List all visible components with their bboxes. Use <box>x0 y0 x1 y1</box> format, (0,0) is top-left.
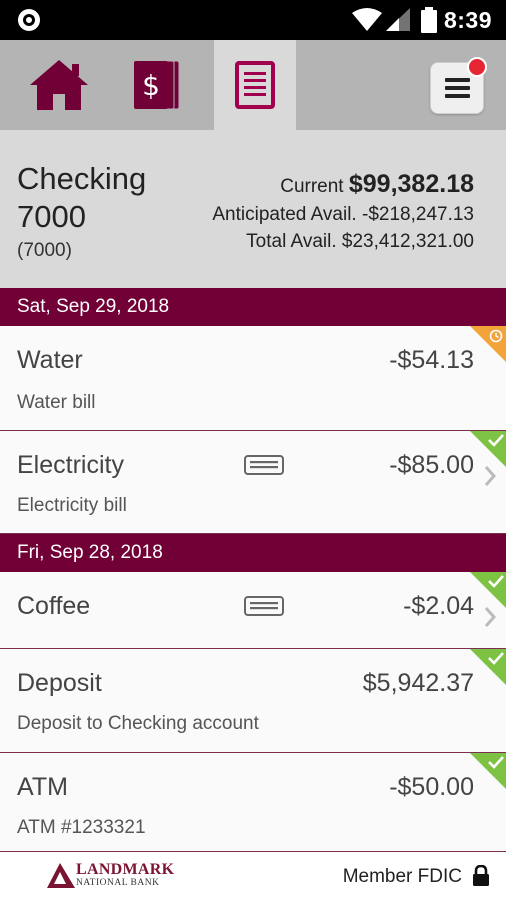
account-name: Checking 7000 <box>17 161 147 234</box>
notification-badge <box>467 57 487 77</box>
total-value: $23,412,321.00 <box>341 231 474 252</box>
wifi-icon <box>352 8 382 31</box>
date-header: Fri, Sep 28, 2018 <box>0 534 506 572</box>
tab-transactions[interactable] <box>214 40 296 130</box>
svg-text:$: $ <box>142 69 160 102</box>
anticipated-value: -$218,247.13 <box>362 204 474 225</box>
tab-home[interactable] <box>18 40 100 130</box>
logo-subtitle: NATIONAL BANK <box>76 878 160 888</box>
total-label: Total Avail. <box>246 231 337 252</box>
transactions-icon <box>235 61 275 109</box>
lock-icon <box>473 865 489 886</box>
cleared-check-icon <box>470 431 506 467</box>
anticipated-label: Anticipated Avail. <box>212 204 357 225</box>
transaction-amount: $5,942.37 <box>362 669 474 697</box>
anticipated-balance: Anticipated Avail. -$218,247.13 <box>212 204 474 226</box>
cleared-check-icon <box>470 753 506 789</box>
current-balance: Current $99,382.18 <box>280 170 474 199</box>
transaction-description: ATM #1233321 <box>17 817 146 838</box>
accounts-icon: $ <box>134 60 180 110</box>
transaction-description: Water bill <box>17 392 96 413</box>
hamburger-menu-icon <box>445 78 470 102</box>
transaction-description: Deposit to Checking account <box>17 713 259 734</box>
transaction-row[interactable]: Deposit $5,942.37 Deposit to Checking ac… <box>0 649 506 753</box>
transaction-title: Coffee <box>17 592 91 620</box>
current-label: Current <box>280 176 344 197</box>
menu-button[interactable] <box>430 57 487 114</box>
account-number: (7000) <box>17 240 72 261</box>
transaction-amount: -$85.00 <box>389 451 474 479</box>
transaction-row[interactable]: Water -$54.13 Water bill <box>0 326 506 431</box>
transaction-title: Electricity <box>17 451 124 479</box>
card-icon <box>244 455 284 475</box>
transaction-title: Water <box>17 346 83 374</box>
account-summary: Checking 7000 (7000) Current $99,382.18 … <box>0 130 506 288</box>
card-icon <box>244 596 284 616</box>
notification-icon <box>18 9 40 31</box>
tab-accounts[interactable]: $ <box>116 40 198 130</box>
battery-icon <box>421 7 437 33</box>
status-bar: 8:39 <box>0 0 506 40</box>
home-icon <box>30 60 88 110</box>
transaction-amount: -$50.00 <box>389 773 474 801</box>
member-fdic-text: Member FDIC <box>342 866 462 887</box>
status-time: 8:39 <box>443 7 492 33</box>
transaction-row[interactable]: Coffee -$2.04 <box>0 572 506 649</box>
date-header: Sat, Sep 29, 2018 <box>0 288 506 326</box>
landmark-logo-icon <box>47 863 75 888</box>
transaction-amount: -$54.13 <box>389 346 474 374</box>
transaction-amount: -$2.04 <box>403 592 474 620</box>
transaction-title: Deposit <box>17 669 102 697</box>
transaction-row[interactable]: ATM -$50.00 ATM #1233321 <box>0 753 506 852</box>
top-nav-bar: $ <box>0 40 506 130</box>
chevron-right-icon <box>484 466 496 486</box>
transaction-title: ATM <box>17 773 68 801</box>
logo-name: LANDMARK <box>76 861 175 878</box>
footer: LANDMARK NATIONAL BANK Member FDIC <box>0 852 506 900</box>
cleared-check-icon <box>470 649 506 685</box>
signal-icon <box>386 8 410 31</box>
current-value: $99,382.18 <box>348 170 474 198</box>
pending-clock-icon <box>470 326 506 362</box>
chevron-right-icon <box>484 607 496 627</box>
cleared-check-icon <box>470 572 506 608</box>
transaction-row[interactable]: Electricity -$85.00 Electricity bill <box>0 431 506 534</box>
transaction-description: Electricity bill <box>17 495 127 516</box>
total-balance: Total Avail. $23,412,321.00 <box>246 231 474 253</box>
